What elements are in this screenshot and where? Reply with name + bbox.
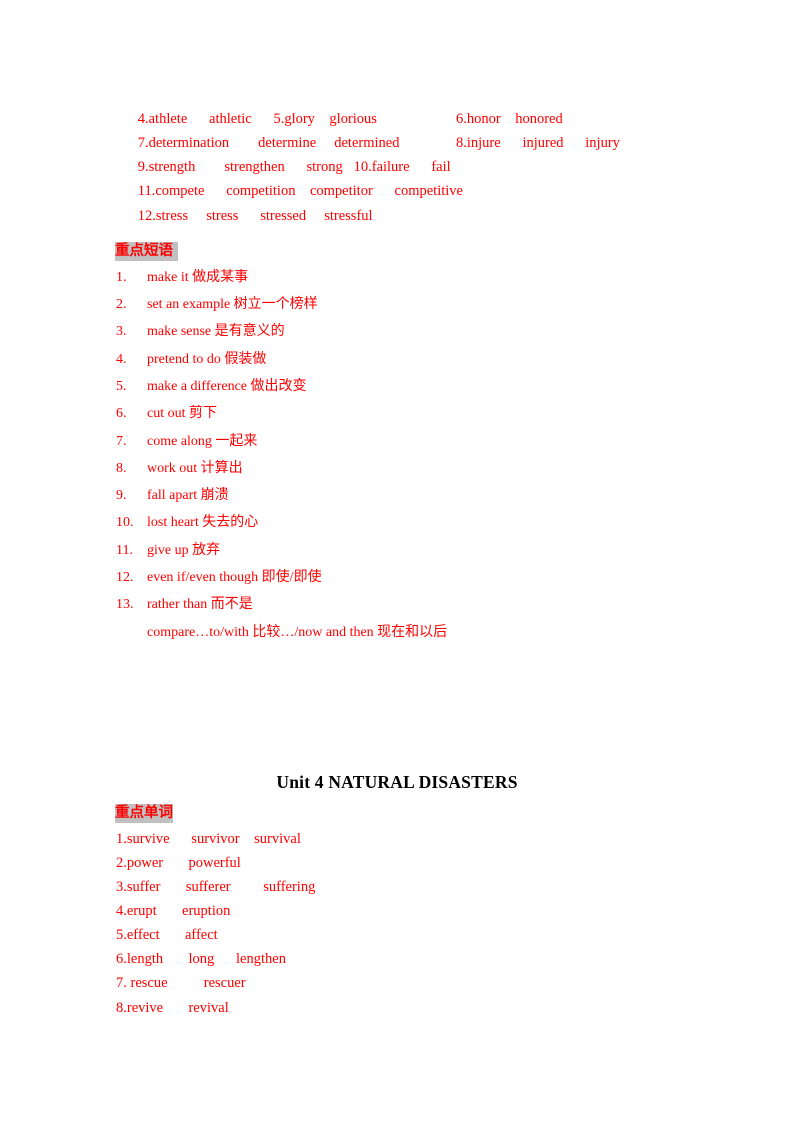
- word-line: 4.erupt eruption: [116, 903, 231, 919]
- word-line: 2.power powerful: [116, 855, 241, 871]
- list-item-label: even if/even though 即使/即使: [147, 570, 322, 585]
- word-line: 5.effect affect: [116, 927, 218, 943]
- list-item-number: 10.: [116, 515, 134, 530]
- list-item-number: 2.: [116, 297, 127, 312]
- word-line-right: 6.honor honored: [456, 110, 563, 127]
- word-line: 6.length long lengthen: [116, 951, 286, 967]
- list-item-number: 1.: [116, 270, 127, 285]
- list-item-number: 8.: [116, 461, 127, 476]
- list-item-label: set an example 树立一个榜样: [147, 297, 318, 312]
- list-item-label: make sense 是有意义的: [147, 324, 285, 339]
- list-item-label: lost heart 失去的心: [147, 515, 259, 530]
- list-item-label: cut out 剪下: [147, 406, 217, 421]
- list-item-number: 4.: [116, 352, 127, 367]
- key-phrases-header: 重点短语: [115, 242, 179, 261]
- word-line: 7. rescue rescuer: [116, 975, 246, 991]
- key-words-header: 重点单词: [115, 804, 173, 823]
- word-line-right: 8.injure injured injury: [456, 134, 620, 151]
- list-item-number: 13.: [116, 597, 134, 612]
- document-page: 4.athlete athletic 5.glory glorious 6.hon…: [0, 0, 794, 1123]
- list-item-label: come along 一起来: [147, 434, 258, 449]
- list-item-number: 12.: [116, 570, 134, 585]
- list-item-label: rather than 而不是: [147, 597, 253, 612]
- word-line-left: 12.stress stress stressed stressful: [137, 207, 373, 224]
- word-line: 12.stress stress stressed stressful: [116, 194, 373, 238]
- list-item-number: 7.: [116, 434, 127, 449]
- word-line: 3.suffer sufferer suffering: [116, 879, 316, 895]
- list-item-label: fall apart 崩溃: [147, 488, 229, 503]
- word-line: 8.revive revival: [116, 1000, 229, 1016]
- list-item-number: 3.: [116, 324, 127, 339]
- list-item-number: 5.: [116, 379, 127, 394]
- list-item-label: pretend to do 假装做: [147, 352, 267, 367]
- list-item-label: work out 计算出: [147, 461, 243, 476]
- unit-title: Unit 4 NATURAL DISASTERS: [276, 772, 518, 792]
- list-item-label: make it 做成某事: [147, 270, 249, 285]
- list-item-label: make a difference 做出改变: [147, 379, 307, 394]
- word-line: 1.survive survivor survival: [116, 831, 301, 847]
- list-item-number: 6.: [116, 406, 127, 421]
- list-item-number: 11.: [116, 543, 133, 558]
- list-item-label: give up 放弃: [147, 543, 221, 558]
- list-item-number: 9.: [116, 488, 127, 503]
- phrase-extra-line: compare…to/with 比较…/now and then 现在和以后: [147, 625, 448, 640]
